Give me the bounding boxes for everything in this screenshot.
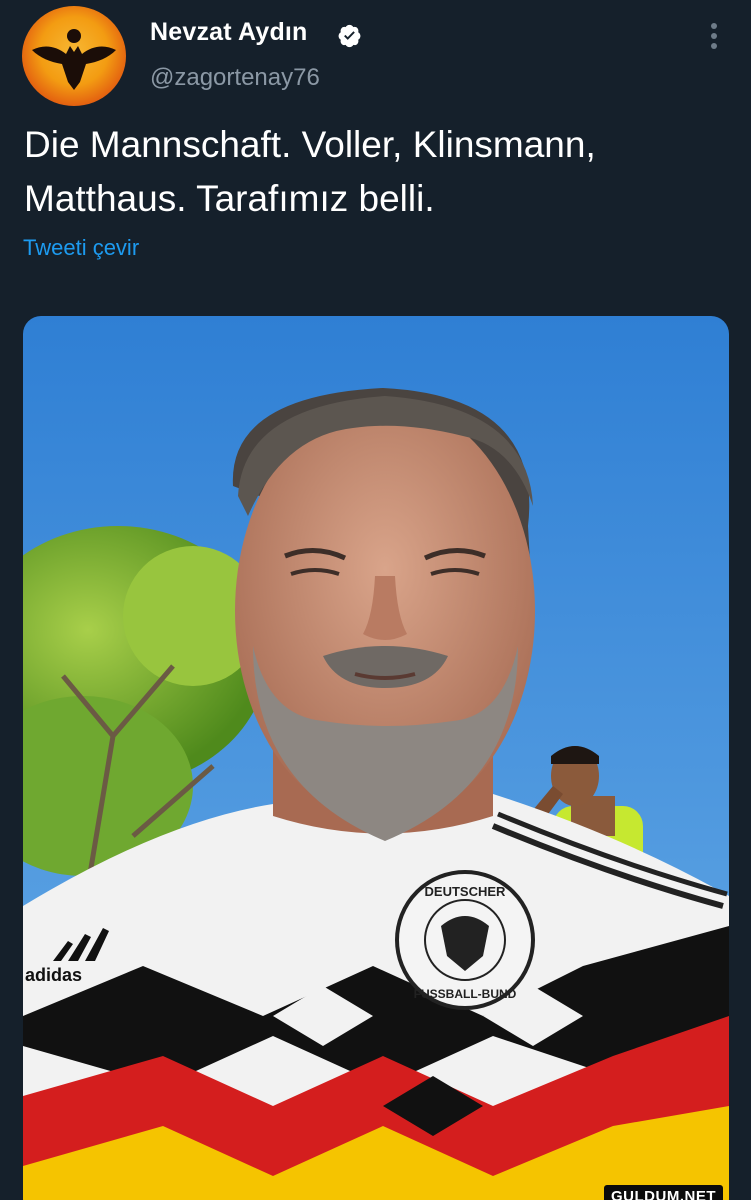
translate-tweet-link[interactable]: Tweeti çevir <box>23 235 139 261</box>
tweet-text-line: Matthaus. Tarafımız belli. <box>24 178 435 219</box>
author-handle[interactable]: @zagortenay76 <box>150 64 320 92</box>
verified-badge-icon <box>338 24 361 48</box>
crest-bottom-text: FUSSBALL-BUND <box>414 987 517 1001</box>
zagor-bat-logo-icon <box>32 29 116 90</box>
tweet-photo[interactable]: DEUTSCHER FUSSBALL-BUND adidas GULDUM.NE… <box>23 316 729 1200</box>
crest-top-text: DEUTSCHER <box>425 884 507 899</box>
watermark: GULDUM.NET <box>604 1185 723 1200</box>
tweet-text: Die Mannschaft. Voller, Klinsmann, Matth… <box>24 118 724 226</box>
more-options-icon[interactable] <box>698 18 730 54</box>
selfie-photo: DEUTSCHER FUSSBALL-BUND adidas <box>23 316 729 1200</box>
avatar[interactable] <box>22 6 126 106</box>
tweet-detail: Nevzat Aydın @zagortenay76 Die Mannschaf… <box>0 0 751 1200</box>
tweet-text-line: Die Mannschaft. Voller, Klinsmann, <box>24 124 596 165</box>
adidas-text: adidas <box>25 965 82 985</box>
dfb-crest: DEUTSCHER FUSSBALL-BUND <box>395 870 535 1010</box>
germany-jersey <box>23 794 729 1200</box>
author-display-name[interactable]: Nevzat Aydın <box>150 18 308 47</box>
